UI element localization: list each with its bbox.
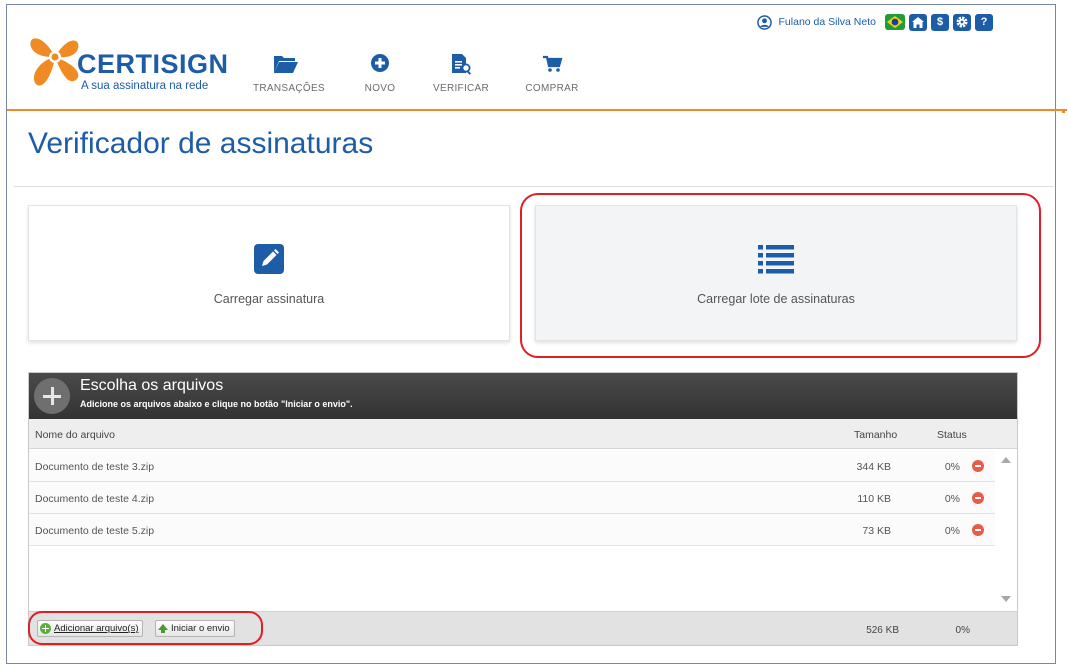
file-status: 0% <box>944 493 960 505</box>
header-accent-dot <box>1062 110 1065 113</box>
file-name: Documento de teste 3.zip <box>35 461 155 473</box>
highlight-buttons <box>28 611 263 645</box>
nav-transacoes[interactable]: TRANSAÇÕES <box>253 53 325 94</box>
file-name: Documento de teste 4.zip <box>35 493 155 505</box>
folder-open-icon <box>274 56 298 73</box>
plus-icon <box>34 378 70 414</box>
file-status: 0% <box>944 461 960 473</box>
remove-file-icon[interactable] <box>972 524 984 536</box>
nav-comprar-label: COMPRAR <box>525 83 579 94</box>
highlight-cards <box>520 193 1041 358</box>
file-size: 110 KB <box>857 493 891 505</box>
file-status: 0% <box>944 525 960 537</box>
uploader-subtitle: Adicione os arquivos abaixo e clique no … <box>80 399 353 409</box>
total-size: 526 KB <box>866 625 899 636</box>
uploader-header: Escolha os arquivos Adicione os arquivos… <box>29 373 1017 419</box>
remove-file-icon[interactable] <box>972 492 984 504</box>
help-icon: ? <box>980 16 988 28</box>
file-size: 344 KB <box>856 461 891 473</box>
user-circle-icon[interactable] <box>756 14 772 30</box>
brand-name: CERTISIGN <box>77 49 229 79</box>
col-size: Tamanho <box>854 429 898 441</box>
file-row[interactable]: Documento de teste 4.zip 110 KB 0% <box>29 482 995 514</box>
edit-icon <box>254 244 284 279</box>
file-table-header: Nome do arquivo Tamanho Status <box>29 419 1017 449</box>
file-row[interactable]: Documento de teste 5.zip 73 KB 0% <box>29 514 995 546</box>
help-button[interactable]: ? <box>975 13 993 31</box>
file-size: 73 KB <box>862 525 891 537</box>
cart-icon <box>543 55 563 72</box>
brand-logo[interactable]: CERTISIGN A sua assinatura na rede <box>29 27 228 97</box>
scroll-up-arrow-icon[interactable] <box>1001 457 1011 463</box>
user-bar: Fulano da Silva Neto $ ? <box>756 13 993 31</box>
file-name: Documento de teste 5.zip <box>35 525 155 537</box>
file-list: Documento de teste 3.zip 344 KB 0% Docum… <box>29 450 995 546</box>
home-icon <box>912 16 924 28</box>
dollar-button[interactable]: $ <box>931 13 949 31</box>
page-title: Verificador de assinaturas <box>28 127 374 160</box>
user-name[interactable]: Fulano da Silva Neto <box>779 16 876 28</box>
dollar-icon: $ <box>936 16 944 28</box>
file-uploader: Escolha os arquivos Adicione os arquivos… <box>28 372 1018 646</box>
nav-novo-label: NOVO <box>364 83 396 94</box>
nav-comprar[interactable]: COMPRAR <box>524 53 580 94</box>
col-name: Nome do arquivo <box>35 429 115 441</box>
settings-button[interactable] <box>953 13 971 31</box>
card-carregar-assinatura[interactable]: Carregar assinatura <box>28 205 510 341</box>
nav-novo[interactable]: NOVO <box>359 53 401 94</box>
total-status: 0% <box>955 625 970 636</box>
remove-file-icon[interactable] <box>972 460 984 472</box>
certisign-logo-icon <box>30 38 79 86</box>
uploader-title: Escolha os arquivos <box>80 377 224 394</box>
header: CERTISIGN A sua assinatura na rede TRANS… <box>7 5 1055 111</box>
home-button[interactable] <box>909 13 927 31</box>
header-accent-line <box>1055 109 1067 111</box>
nav-verificar[interactable]: VERIFICAR <box>433 53 489 94</box>
col-status: Status <box>937 429 967 441</box>
plus-circle-icon <box>371 54 389 72</box>
card-label: Carregar assinatura <box>213 292 325 306</box>
nav-transacoes-label: TRANSAÇÕES <box>253 83 325 94</box>
gear-icon <box>956 16 968 28</box>
file-row[interactable]: Documento de teste 3.zip 344 KB 0% <box>29 450 995 482</box>
brand-tagline: A sua assinatura na rede <box>81 80 209 92</box>
nav-verificar-label: VERIFICAR <box>433 83 490 94</box>
window-frame-edge <box>1055 4 1056 664</box>
document-search-icon <box>452 54 472 75</box>
brazil-flag-icon[interactable] <box>885 14 905 30</box>
scroll-down-arrow-icon[interactable] <box>1001 596 1011 602</box>
title-divider <box>14 186 1054 187</box>
